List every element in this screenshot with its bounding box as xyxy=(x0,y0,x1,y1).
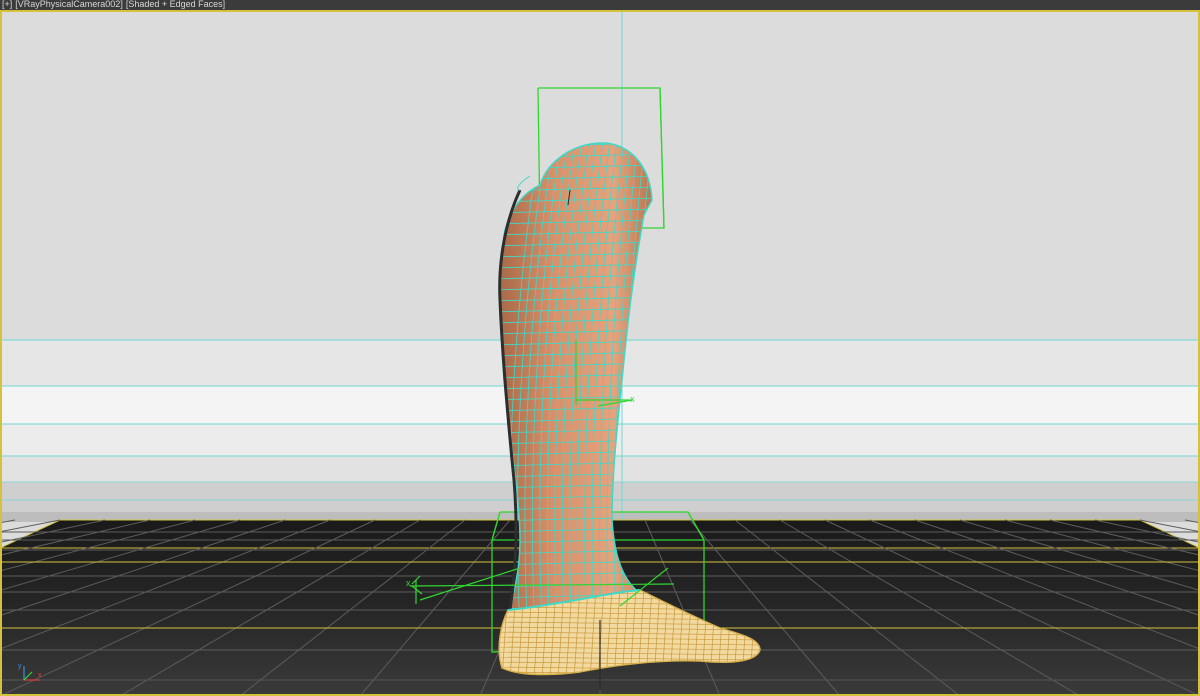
scene-canvas[interactable]: x x x y xyxy=(0,0,1200,696)
viewport[interactable]: [+] [VRayPhysicalCamera002] [Shaded + Edge… xyxy=(0,0,1200,696)
gizmo-x-label: x xyxy=(630,394,635,404)
gizmo-lower-x-label: x xyxy=(406,578,411,588)
tripod-x-label: x xyxy=(38,672,42,679)
tripod-y-label: y xyxy=(18,663,22,670)
